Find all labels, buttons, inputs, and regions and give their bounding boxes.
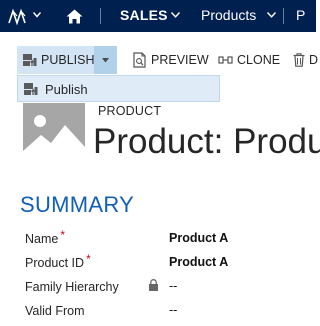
preview-button[interactable]: PREVIEW (151, 53, 209, 67)
top-nav-bar: SALES Products P (0, 0, 316, 32)
nav-area-sales[interactable]: SALES (120, 0, 168, 32)
publish-dropdown-toggle[interactable] (94, 46, 117, 74)
dynamics-logo-icon[interactable] (8, 7, 30, 25)
clone-icon[interactable] (218, 55, 233, 65)
summary-section-title[interactable]: SUMMARY (20, 192, 134, 218)
delete-button[interactable]: D (309, 53, 318, 67)
home-icon (66, 9, 82, 23)
product-id-label-text: Product ID (25, 256, 85, 270)
clone-button[interactable]: CLONE (237, 53, 280, 67)
publish-label: PUBLISH (41, 53, 95, 67)
chevron-down-icon[interactable] (171, 12, 180, 18)
nav-entity-products[interactable]: Products (201, 0, 256, 32)
name-field-label: Name * (25, 228, 65, 246)
name-field[interactable]: Product A (169, 231, 228, 245)
valid-from-field[interactable]: -- (169, 303, 177, 317)
delete-icon[interactable] (293, 53, 305, 67)
publish-icon (24, 83, 38, 95)
required-indicator: * (60, 228, 66, 242)
entity-image-placeholder[interactable] (23, 103, 85, 157)
preview-icon[interactable] (133, 52, 147, 68)
publish-menu-item[interactable]: Publish (45, 82, 88, 97)
nav-divider (100, 8, 101, 24)
nav-divider (283, 8, 284, 24)
home-button[interactable] (54, 0, 94, 32)
product-id-field[interactable]: Product A (169, 255, 228, 269)
product-id-field-label: Product ID * (25, 252, 91, 270)
image-icon (23, 115, 85, 157)
page-title: Product: Produ (93, 122, 320, 161)
family-hierarchy-field[interactable]: -- (169, 279, 177, 293)
entity-type-label: PRODUCT (98, 104, 162, 118)
caret-down-icon (102, 58, 109, 63)
valid-from-field-label: Valid From (25, 304, 85, 318)
family-hierarchy-field-label: Family Hierarchy (25, 280, 119, 294)
required-indicator: * (86, 252, 91, 266)
chevron-down-icon[interactable] (33, 12, 41, 18)
name-label-text: Name (25, 232, 59, 246)
lock-icon (149, 279, 158, 291)
nav-recent-record[interactable]: P (296, 0, 305, 32)
publish-icon (23, 54, 37, 66)
chevron-down-icon[interactable] (267, 12, 276, 18)
